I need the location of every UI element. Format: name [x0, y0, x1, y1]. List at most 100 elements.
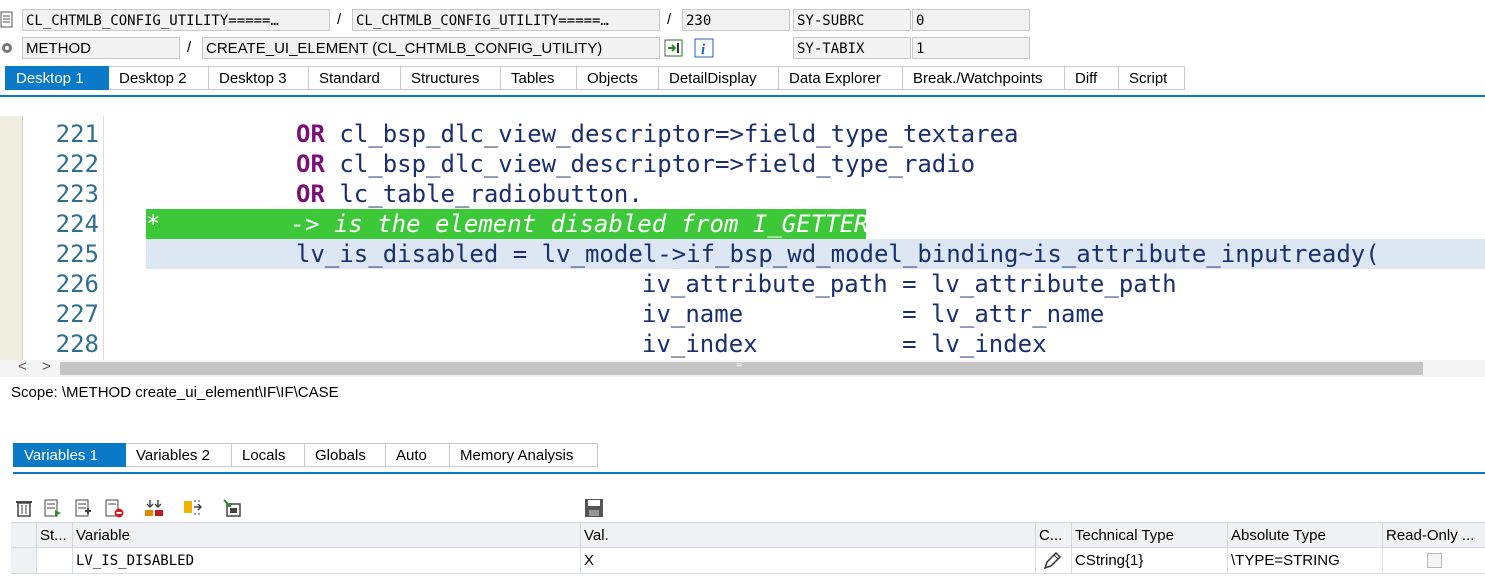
code-line[interactable]: 227 iv_name = lv_attr_name [0, 299, 1485, 329]
delete-row-icon[interactable] [104, 498, 124, 518]
change-cell[interactable] [1036, 548, 1072, 574]
scroll-right-button[interactable]: > [42, 358, 51, 375]
tab-globals[interactable]: Globals [305, 443, 386, 467]
tab-variables-2[interactable]: Variables 2 [126, 443, 232, 467]
column-header-status[interactable]: St... [37, 522, 73, 548]
code-line[interactable]: 226 iv_attribute_path = lv_attribute_pat… [0, 269, 1485, 299]
separator: / [667, 11, 672, 28]
line-number: 225 [55, 240, 99, 268]
tab-script[interactable]: Script [1119, 66, 1185, 90]
code-rest: cl_bsp_dlc_view_descriptor=>field_type_t… [324, 120, 1019, 148]
code-line[interactable]: 223 OR lc_table_radiobutton. [0, 179, 1485, 209]
program-icon [0, 9, 14, 31]
code-rest: lc_table_radiobutton. [324, 180, 643, 208]
row-selector-header[interactable] [11, 522, 37, 548]
code-text: iv_index = lv_index [642, 330, 1047, 358]
line-number: 227 [55, 300, 99, 328]
column-header-change[interactable]: C... [1036, 522, 1072, 548]
sysfield-name-2[interactable]: SY-TABIX [793, 37, 911, 59]
save-icon[interactable] [584, 498, 604, 518]
tab-variables-1[interactable]: Variables 1 [13, 443, 126, 467]
variables-tab-underline [13, 472, 1485, 474]
tab-auto[interactable]: Auto [386, 443, 450, 467]
read-only-cell [1383, 548, 1485, 574]
tab-data-explorer[interactable]: Data Explorer [779, 66, 903, 90]
tab-locals[interactable]: Locals [232, 443, 305, 467]
variable-cell[interactable]: LV_IS_DISABLED [73, 548, 581, 574]
row-selector[interactable] [11, 548, 37, 574]
code-rest: cl_bsp_dlc_view_descriptor=>field_type_r… [324, 150, 976, 178]
code-text: OR cl_bsp_dlc_view_descriptor=>field_typ… [296, 149, 975, 179]
tab-memory-analysis[interactable]: Memory Analysis [450, 443, 598, 467]
column-header-read-only[interactable]: Read-Only ... [1383, 522, 1485, 548]
line-number: 228 [55, 330, 99, 358]
tab-objects[interactable]: Objects [577, 66, 659, 90]
variables-tab-strip: Variables 1 Variables 2 Locals Globals A… [13, 443, 598, 467]
code-line[interactable]: 221 OR cl_bsp_dlc_view_descriptor=>field… [0, 119, 1485, 149]
line-number: 224 [55, 210, 99, 238]
comment-text: * -> is the element disabled from I_GETT… [146, 210, 869, 238]
line-number: 223 [55, 180, 99, 208]
keyword: OR [296, 180, 325, 208]
tab-standard[interactable]: Standard [309, 66, 401, 90]
value-cell[interactable]: X [581, 548, 1036, 574]
include-field[interactable]: CL_CHTMLB_CONFIG_UTILITY=====… [352, 9, 660, 31]
technical-type-cell: CString{1} [1072, 548, 1228, 574]
code-line[interactable]: 222 OR cl_bsp_dlc_view_descriptor=>field… [0, 149, 1485, 179]
tab-strip-underline [0, 95, 1485, 97]
event-type-field[interactable]: METHOD [22, 37, 180, 59]
tab-diff[interactable]: Diff [1065, 66, 1119, 90]
export-icon[interactable] [222, 498, 242, 518]
move-icon[interactable] [183, 498, 203, 518]
scroll-thumb[interactable]: ≡ [60, 358, 1423, 375]
sysfield-value-1[interactable]: 0 [912, 9, 1030, 31]
line-number: 226 [55, 270, 99, 298]
tab-desktop-3[interactable]: Desktop 3 [209, 66, 309, 90]
sysfield-value-2[interactable]: 1 [912, 37, 1030, 59]
column-header-technical-type[interactable]: Technical Type [1072, 522, 1228, 548]
code-text: OR lc_table_radiobutton. [296, 179, 643, 209]
code-text: OR cl_bsp_dlc_view_descriptor=>field_typ… [296, 119, 1018, 149]
insert-row-icon[interactable] [43, 498, 63, 518]
tab-desktop-1[interactable]: Desktop 1 [5, 66, 109, 90]
status-cell [37, 548, 73, 574]
code-text: lv_is_disabled = lv_model->if_bsp_wd_mod… [296, 240, 1380, 268]
column-header-variable[interactable]: Variable [73, 522, 581, 548]
source-code-editor[interactable]: 221 OR cl_bsp_dlc_view_descriptor=>field… [0, 116, 1485, 360]
absolute-type-cell: \TYPE=STRING [1228, 548, 1383, 574]
goto-icon[interactable] [664, 38, 684, 58]
separator: / [337, 11, 342, 28]
line-number: 222 [55, 150, 99, 178]
scroll-grip-icon: ≡ [736, 358, 743, 370]
tab-detail-display[interactable]: DetailDisplay [659, 66, 779, 90]
separator: / [187, 39, 192, 56]
code-line-current[interactable]: 225 lv_is_disabled = lv_model->if_bsp_wd… [0, 239, 1485, 269]
keyword: OR [296, 150, 325, 178]
delete-icon[interactable] [14, 498, 34, 518]
sysfield-name-1[interactable]: SY-SUBRC [793, 9, 911, 31]
info-icon[interactable]: i [694, 38, 714, 58]
line-number-field[interactable]: 230 [682, 9, 790, 31]
scope-label: Scope: \METHOD create_ui_element\IF\IF\C… [11, 384, 339, 401]
horizontal-scrollbar[interactable]: < > ≡ [0, 358, 1485, 377]
code-text: iv_attribute_path = lv_attribute_path [642, 270, 1177, 298]
read-only-checkbox[interactable] [1427, 553, 1442, 568]
column-header-value[interactable]: Val. [581, 522, 1036, 548]
settings-icon[interactable] [0, 38, 16, 58]
code-line[interactable]: 228 iv_index = lv_index [0, 329, 1485, 359]
desktop-tab-strip: Desktop 1 Desktop 2 Desktop 3 Standard S… [5, 66, 1185, 90]
append-row-icon[interactable] [74, 498, 94, 518]
tab-desktop-2[interactable]: Desktop 2 [109, 66, 209, 90]
tab-break-watchpoints[interactable]: Break./Watchpoints [903, 66, 1065, 90]
event-name-field[interactable]: CREATE_UI_ELEMENT (CL_CHTMLB_CONFIG_UTIL… [202, 37, 660, 59]
code-line-comment[interactable]: 224 * -> is the element disabled from I_… [0, 209, 1485, 239]
code-text: iv_name = lv_attr_name [642, 300, 1105, 328]
program-field[interactable]: CL_CHTMLB_CONFIG_UTILITY=====… [22, 9, 330, 31]
tab-tables[interactable]: Tables [501, 66, 577, 90]
pencil-icon[interactable] [1042, 551, 1062, 571]
tab-structures[interactable]: Structures [401, 66, 501, 90]
scroll-left-button[interactable]: < [18, 358, 27, 375]
column-header-absolute-type[interactable]: Absolute Type [1228, 522, 1383, 548]
keyword: OR [296, 120, 325, 148]
arrange-icon[interactable] [144, 498, 164, 518]
